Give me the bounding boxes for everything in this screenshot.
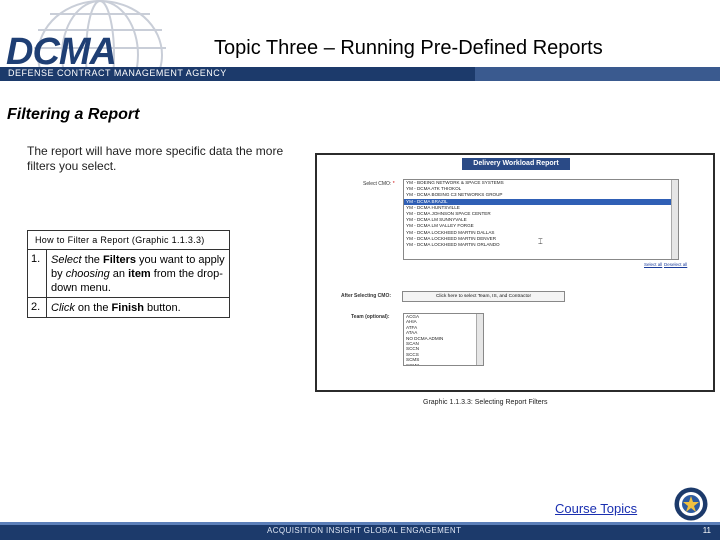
footer-tagline: ACQUISITION INSIGHT GLOBAL ENGAGEMENT [267,526,462,535]
after-selecting-label: After Selecting CMO: [341,293,392,299]
cmo-select-list[interactable]: YM - BOEING NETWORK & SPACE SYSTEMS YM - … [403,179,679,260]
dcma-seal-icon [674,487,708,521]
footer-bar: ACQUISITION INSIGHT GLOBAL ENGAGEMENT 11 [0,522,720,540]
agency-name: DEFENSE CONTRACT MANAGEMENT AGENCY [8,68,227,78]
team-scrollbar[interactable] [476,314,483,365]
intro-text: The report will have more specific data … [27,144,284,173]
report-filter-screenshot: Delivery Workload Report Select CMO: * Y… [315,153,715,392]
cmo-scrollbar[interactable] [671,180,678,259]
footer-stripe [0,522,720,525]
slide-header: DCMA Topic Three – Running Pre-Defined R… [0,0,720,82]
select-cmo-label: Select CMO: * [363,181,395,187]
step-number: 2. [27,297,47,318]
team-label: Team (optional): [351,314,390,320]
instructions-header: How to Filter a Report (Graphic 1.1.3.3) [27,230,230,250]
step-text: Click on the Finish button. [46,297,230,318]
page-title: Topic Three – Running Pre-Defined Report… [214,37,603,59]
select-team-button[interactable]: Click here to select Team, IS, and Contr… [402,291,565,302]
deselect-all-link[interactable]: Deselect all [664,262,687,267]
instructions-table: How to Filter a Report (Graphic 1.1.3.3)… [27,230,230,318]
agency-bar: DEFENSE CONTRACT MANAGEMENT AGENCY [0,67,720,81]
report-title: Delivery Workload Report [462,158,570,170]
graphic-caption: Graphic 1.1.3.3: Selecting Report Filter… [423,399,548,406]
instruction-step: 1. Select the Filters you want to apply … [27,249,230,298]
select-all-link[interactable]: Select all [644,262,662,267]
team-option[interactable]: SCMX [404,363,483,365]
instruction-step: 2. Click on the Finish button. [27,297,230,318]
step-number: 1. [27,249,47,298]
text-cursor-icon: ⌶ [538,237,543,246]
step-text: Select the Filters you want to apply by … [46,249,230,298]
agency-bar-accent [475,67,720,81]
course-topics-link[interactable]: Course Topics [555,501,637,516]
section-title: Filtering a Report [7,106,140,123]
page-number: 11 [702,526,711,535]
team-select-list[interactable]: ACGA AHIA ATFA ATAA NO DCMA ADMIN SCAN SCCN SCC… [403,313,484,366]
